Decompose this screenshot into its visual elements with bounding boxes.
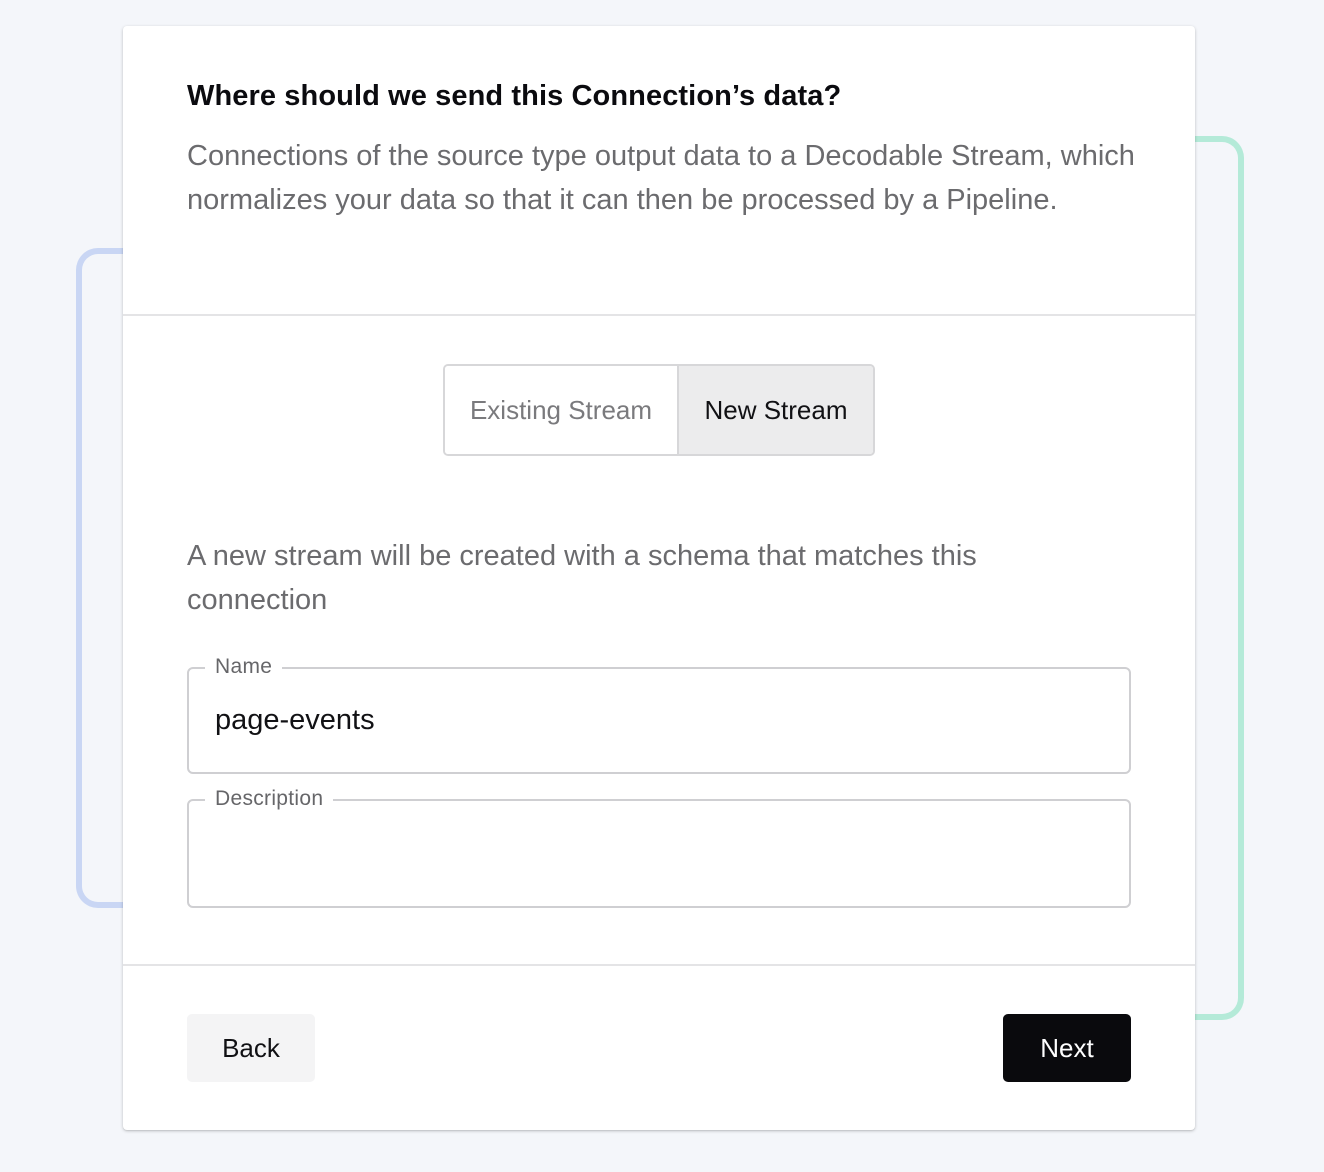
name-field: Name <box>187 653 1131 774</box>
description-field: Description <box>187 785 1131 908</box>
footer-divider <box>123 964 1195 966</box>
connection-destination-dialog: Where should we send this Connection’s d… <box>123 26 1195 1130</box>
back-button[interactable]: Back <box>187 1014 315 1082</box>
existing-stream-toggle-button[interactable]: Existing Stream <box>445 366 679 454</box>
new-stream-toggle-button[interactable]: New Stream <box>679 366 873 454</box>
description-input[interactable] <box>215 831 1103 892</box>
header-divider <box>123 314 1195 316</box>
description-field-label: Description <box>205 785 334 813</box>
new-stream-helper-text: A new stream will be created with a sche… <box>187 540 977 616</box>
dialog-title: Where should we send this Connection’s d… <box>187 80 842 112</box>
stream-type-toggle: Existing Stream New Stream <box>443 364 875 456</box>
dialog-intro-text: Connections of the source type output da… <box>187 140 1135 216</box>
next-button[interactable]: Next <box>1003 1014 1131 1082</box>
name-input[interactable] <box>215 669 1103 772</box>
